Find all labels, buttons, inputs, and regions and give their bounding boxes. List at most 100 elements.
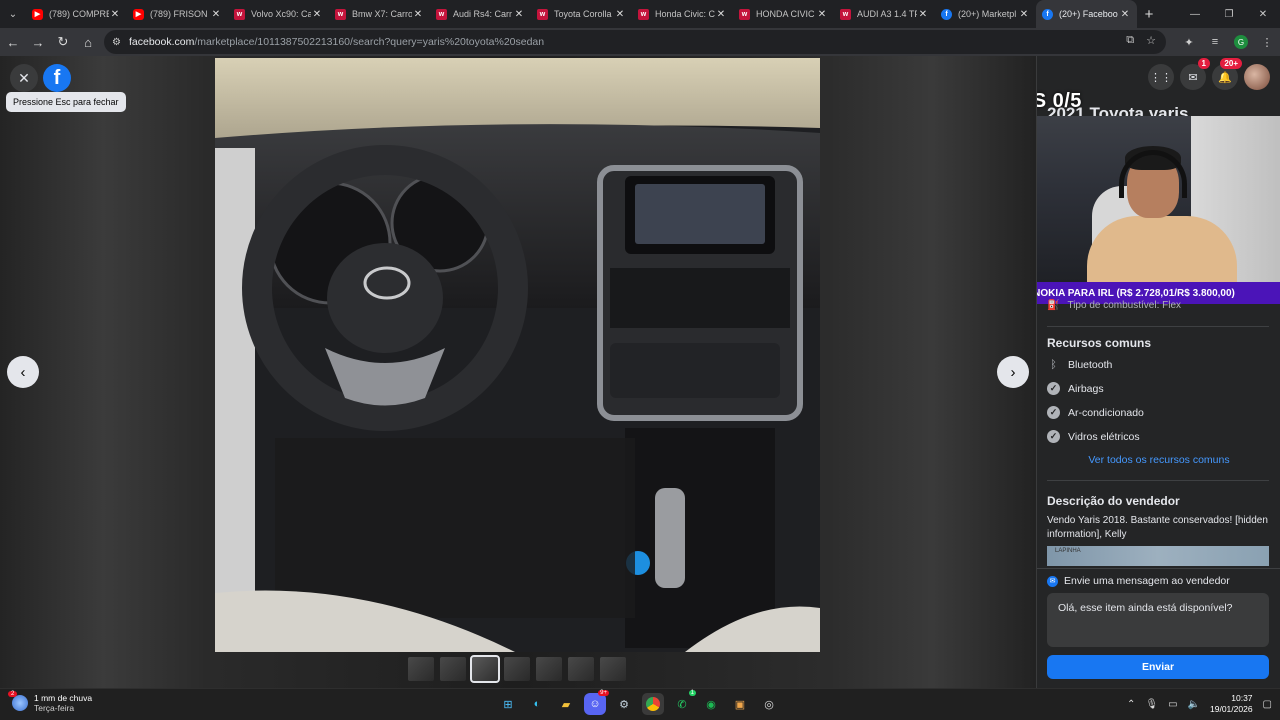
photo-thumbnail[interactable] (600, 657, 626, 681)
browser-tab[interactable]: f (20+) Marketpl ✕ (935, 0, 1036, 28)
browser-tab[interactable]: w Bmw X7: Carro ✕ (329, 0, 430, 28)
browser-tab[interactable]: w Honda Civic: C ✕ (632, 0, 733, 28)
obs-icon[interactable]: ◎ (758, 693, 780, 715)
weather-line2: Terça-feira (34, 703, 75, 713)
extensions-icon[interactable]: ✦ (1176, 30, 1202, 54)
menu-grid-icon[interactable]: ⋮⋮ (1148, 64, 1174, 90)
minimize-icon[interactable]: — (1178, 0, 1212, 28)
photo-thumbnail[interactable] (440, 657, 466, 681)
subs-counter-overlay: SUBS 0/5 (1037, 90, 1082, 112)
back-icon[interactable]: ← (1, 30, 25, 54)
send-button[interactable]: Enviar (1047, 655, 1269, 679)
browser-tab[interactable]: w HONDA CIVIC ✕ (733, 0, 834, 28)
browser-tab[interactable]: w Toyota Corolla ✕ (531, 0, 632, 28)
previous-photo-button[interactable]: ‹ (7, 356, 39, 388)
tab-title: (789) FRISON (150, 9, 208, 19)
tab-close-icon[interactable]: ✕ (816, 9, 828, 20)
tab-close-icon[interactable]: ✕ (715, 9, 727, 20)
tray-chevron-icon[interactable]: ⌃ (1127, 699, 1135, 710)
tab-close-icon[interactable]: ✕ (614, 9, 626, 20)
browser-tab[interactable]: w Audi Rs4: Carr ✕ (430, 0, 531, 28)
feature-airbags: ✓ Airbags (1047, 382, 1104, 395)
profile-avatar[interactable]: G (1234, 35, 1248, 49)
close-window-icon[interactable]: ✕ (1246, 0, 1280, 28)
discord-icon[interactable]: ☺ 9+ (584, 690, 609, 715)
next-photo-button[interactable]: › (997, 356, 1029, 388)
media-controls-icon[interactable]: ≡ (1202, 30, 1228, 54)
site-info-icon[interactable]: ⚙ (112, 37, 121, 48)
tab-title: (20+) Marketpl (958, 9, 1017, 19)
photo-thumbnail[interactable] (568, 657, 594, 681)
tab-close-icon[interactable]: ✕ (109, 9, 121, 20)
bookmark-star-icon[interactable]: ☆ (1146, 34, 1156, 47)
photo-thumbnail[interactable] (504, 657, 530, 681)
weather-widget[interactable]: 2 1 mm de chuva Terça-feira (8, 691, 92, 713)
tab-search-icon[interactable]: ⌄ (0, 0, 26, 28)
photo-thumbnail[interactable] (536, 657, 562, 681)
game-app-icon[interactable]: ▣ (729, 693, 751, 715)
install-app-icon[interactable]: ⧉ (1126, 34, 1134, 47)
tab-close-icon[interactable]: ✕ (412, 9, 424, 20)
url-input[interactable]: ⚙ facebook.com/marketplace/1011387502213… (104, 30, 1166, 54)
listing-details-panel: 2021 Toyota yaris ⋮⋮ ✉1 🔔20+ SUBS 0/5 NO… (1036, 56, 1280, 688)
browser-tab[interactable]: w AUDI A3 1.4 TF ✕ (834, 0, 935, 28)
discord-badge: 9+ (598, 690, 609, 696)
network-icon[interactable]: ▭ (1168, 699, 1177, 710)
tab-close-icon[interactable]: ✕ (917, 9, 929, 20)
home-icon[interactable]: ⌂ (76, 30, 100, 54)
tab-title: (20+) Faceboo (1059, 9, 1118, 19)
facebook-logo-icon[interactable]: f (43, 64, 71, 92)
see-all-features-link[interactable]: Ver todos os recursos comuns (1037, 454, 1280, 466)
close-viewer-button[interactable]: ✕ (10, 64, 38, 92)
clock[interactable]: 10:37 19/01/2026 (1210, 693, 1253, 715)
webmotors-icon: w (840, 8, 851, 20)
photo-thumbnail[interactable] (408, 657, 434, 681)
message-input[interactable]: Olá, esse item ainda está disponível? (1047, 593, 1269, 647)
browser-tab[interactable]: f (20+) Faceboo ✕ (1036, 0, 1137, 28)
reload-icon[interactable]: ↻ (51, 30, 75, 54)
feature-bluetooth: ᛒ Bluetooth (1047, 358, 1112, 371)
microphone-icon[interactable]: 🎙 (1145, 699, 1158, 710)
windows-taskbar: 2 1 mm de chuva Terça-feira ⊞ ◐ ▰ ☺ 9+ ⚙ … (0, 688, 1280, 720)
fuel-type-text: Tipo de combustível: Flex (1067, 300, 1182, 311)
browser-tab[interactable]: w Volvo Xc90: Ca ✕ (228, 0, 329, 28)
notifications-bell-icon[interactable]: 🔔 20+ (1212, 58, 1242, 90)
feature-label: Bluetooth (1068, 358, 1113, 371)
browser-tab[interactable]: ▶ (789) COMPRE ✕ (26, 0, 127, 28)
spotify-icon[interactable]: ◉ (700, 693, 722, 715)
photo-viewer: ✕ f Pressione Esc para fechar ‹ › (0, 56, 1036, 688)
check-icon: ✓ (1047, 430, 1060, 443)
new-tab-button[interactable]: + (1137, 2, 1161, 26)
edge-icon[interactable]: ◐ (526, 693, 548, 715)
tab-close-icon[interactable]: ✕ (1119, 9, 1131, 20)
forward-icon[interactable]: → (26, 30, 50, 54)
volume-icon[interactable]: 🔈 (1188, 699, 1200, 710)
location-map[interactable]: LAPINHA (1047, 546, 1269, 566)
clock-date: 19/01/2026 (1210, 704, 1253, 714)
address-bar: ← → ↻ ⌂ ⚙ facebook.com/marketplace/10113… (0, 28, 1280, 56)
whatsapp-icon[interactable]: ✆ 1 (671, 690, 696, 715)
url-host: facebook.com (128, 36, 195, 48)
divider (1047, 480, 1269, 481)
photo-thumbnail[interactable] (470, 655, 500, 683)
fuel-pump-icon: ⛽ (1047, 300, 1060, 311)
webmotors-icon: w (739, 8, 750, 20)
file-explorer-icon[interactable]: ▰ (555, 693, 577, 715)
tab-list: ▶ (789) COMPRE ✕ ▶ (789) FRISON ✕ w Volvo Xc90:… (26, 0, 1137, 28)
url-path: /marketplace/1011387502213160/search?que… (194, 36, 545, 48)
user-avatar[interactable] (1244, 64, 1270, 90)
browser-tab[interactable]: ▶ (789) FRISON ✕ (127, 0, 228, 28)
messenger-badge: 1 (1197, 58, 1210, 69)
tab-close-icon[interactable]: ✕ (1018, 9, 1030, 20)
messenger-icon[interactable]: ✉ 1 (1180, 58, 1210, 90)
restore-icon[interactable]: ❐ (1212, 0, 1246, 28)
check-icon: ✓ (1047, 382, 1060, 395)
notifications-center-icon[interactable]: ▢ (1263, 699, 1272, 710)
tab-close-icon[interactable]: ✕ (311, 9, 323, 20)
start-menu-icon[interactable]: ⊞ (497, 693, 519, 715)
chrome-icon[interactable] (642, 693, 664, 715)
steam-icon[interactable]: ⚙ (613, 693, 635, 715)
tab-close-icon[interactable]: ✕ (210, 9, 222, 20)
tab-close-icon[interactable]: ✕ (513, 9, 525, 20)
browser-menu-icon[interactable]: ⋮ (1254, 30, 1280, 54)
